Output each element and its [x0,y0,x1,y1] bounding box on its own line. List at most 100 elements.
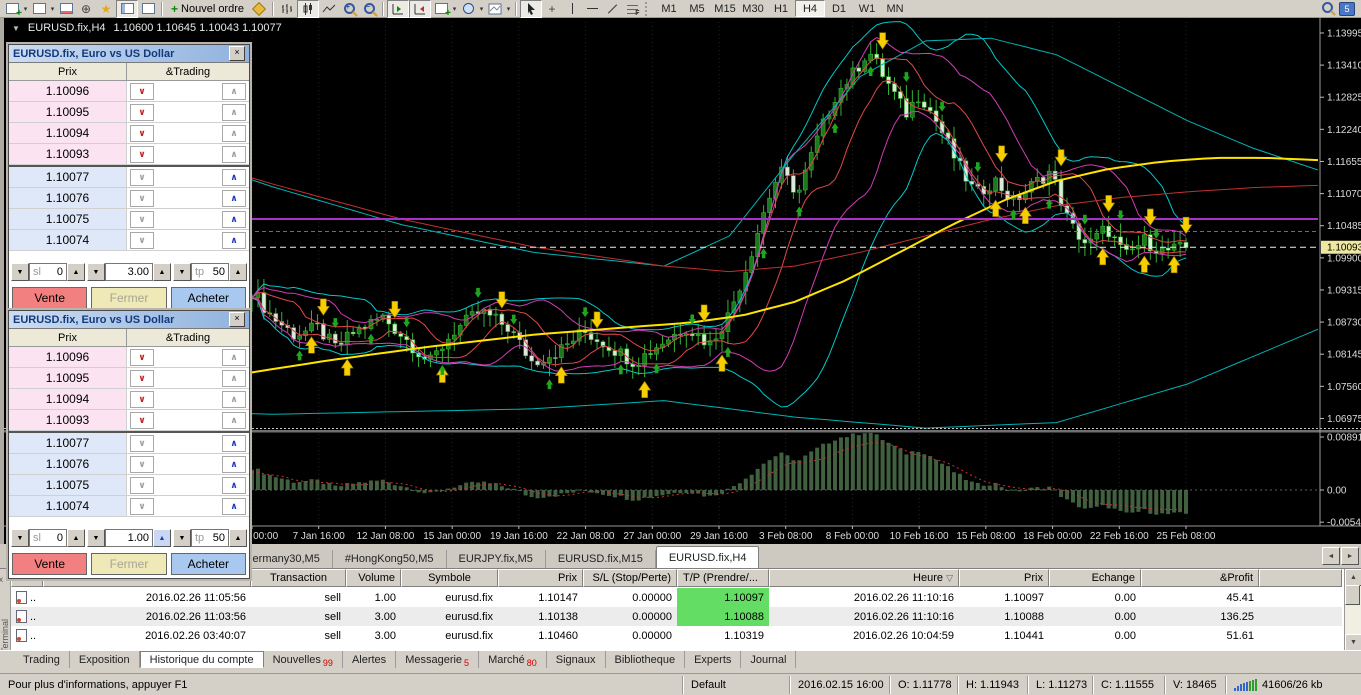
sl-decrease-button[interactable]: ▼ [11,529,29,547]
horizontal-line-tool-icon[interactable] [582,1,602,17]
tab-messagerie[interactable]: Messagerie5 [396,651,479,668]
sl-decrease-button[interactable]: ▼ [11,263,29,281]
terminal-scrollbar[interactable]: ▲ ▼ [1344,569,1361,651]
bar-chart-type-icon[interactable] [277,1,297,17]
column-header-volume[interactable]: Volume [346,569,401,587]
dialog-title-bar[interactable]: EURUSD.fix, Euro vs US Dollar × [9,45,249,63]
timeframe-w1-button[interactable]: W1 [853,1,881,16]
timeframe-m1-button[interactable]: M1 [655,1,683,16]
auto-scroll-icon[interactable] [387,0,409,18]
timeframe-m15-button[interactable]: M15 [711,1,739,16]
line-chart-type-icon[interactable] [319,1,339,17]
scroll-up-icon[interactable]: ▲ [1345,569,1361,586]
trendline-tool-icon[interactable] [602,1,622,17]
buy-chevron-icon[interactable]: ∧ [222,125,246,142]
sell-chevron-icon[interactable]: ∨ [130,104,154,121]
tab-historique[interactable]: Historique du compte [140,651,264,668]
new-chart-caret-icon[interactable]: ▾ [22,5,29,13]
sl-increase-button[interactable]: ▲ [67,529,85,547]
buy-button[interactable]: Acheter [171,287,246,309]
column-header-type[interactable]: Transaction [251,569,346,587]
fibonacci-tool-icon[interactable]: F [622,1,642,17]
search-icon[interactable] [1322,2,1333,16]
tab-alertes[interactable]: Alertes [343,651,396,668]
chart-shift-end-icon[interactable] [409,0,431,18]
tab-eurjpy-m5[interactable]: EURJPY.fix,M5 [447,550,546,568]
tab-eurusd-h4[interactable]: EURUSD.fix,H4 [656,546,760,568]
close-icon[interactable]: × [229,46,245,61]
sell-chevron-icon[interactable]: ∨ [130,232,154,249]
tab-marche[interactable]: Marché80 [479,651,547,668]
column-header-swap[interactable]: Echange [1049,569,1141,587]
tp-decrease-button[interactable]: ▼ [173,263,191,281]
tab-bibliotheque[interactable]: Bibliotheque [606,651,686,668]
sell-chevron-icon[interactable]: ∨ [130,370,154,387]
buy-chevron-icon[interactable]: ∧ [222,412,246,429]
buy-chevron-icon[interactable]: ∧ [222,104,246,121]
sl-value[interactable]: 0 [57,266,63,278]
buy-chevron-icon[interactable]: ∧ [222,349,246,366]
candlestick-chart-type-icon[interactable] [297,0,319,18]
sell-chevron-icon[interactable]: ∨ [130,391,154,408]
timeframe-d1-button[interactable]: D1 [825,1,853,16]
buy-chevron-icon[interactable]: ∧ [222,391,246,408]
buy-chevron-icon[interactable]: ∧ [222,83,246,100]
tp-increase-button[interactable]: ▲ [229,529,247,547]
terminal-close-icon[interactable]: x [0,575,3,584]
new-chart-icon[interactable]: + [2,1,22,17]
tab-journal[interactable]: Journal [741,651,796,668]
templates-icon[interactable] [485,1,505,17]
sl-value[interactable]: 0 [57,532,63,544]
sell-chevron-icon[interactable]: ∨ [130,125,154,142]
volume-decrease-button[interactable]: ▼ [87,263,105,281]
timeframe-mn-button[interactable]: MN [881,1,909,16]
history-row[interactable]: .. 2016.02.26 11:03:56 sell 3.00 eurusd.… [11,607,1342,626]
close-position-button[interactable]: Fermer [91,287,166,309]
status-profile[interactable]: Default [683,676,790,694]
buy-chevron-icon[interactable]: ∧ [222,477,246,494]
sell-chevron-icon[interactable]: ∨ [130,211,154,228]
profiles-icon[interactable] [56,1,76,17]
buy-chevron-icon[interactable]: ∧ [222,190,246,207]
tp-value[interactable]: 50 [213,266,225,278]
data-window-icon[interactable] [116,0,138,18]
column-header-price[interactable]: Prix [498,569,583,587]
tabs-scroll-right-icon[interactable]: ► [1341,547,1359,565]
tab-experts[interactable]: Experts [685,651,741,668]
notifications-badge[interactable]: 5 [1339,2,1355,16]
timeframe-m5-button[interactable]: M5 [683,1,711,16]
crosshair-tool-icon[interactable]: + [542,1,562,17]
templates-caret-icon[interactable]: ▾ [505,5,512,13]
sell-button[interactable]: Vente [12,553,87,575]
indicators-caret-icon[interactable]: ▾ [451,5,458,13]
volume-value[interactable]: 1.00 [128,532,149,544]
sell-chevron-icon[interactable]: ∨ [130,169,154,186]
buy-chevron-icon[interactable]: ∧ [222,370,246,387]
history-row[interactable]: .. 2016.02.26 03:40:07 sell 3.00 eurusd.… [11,626,1342,645]
new-order-button[interactable]: + Nouvel ordre [166,1,249,17]
tab-signaux[interactable]: Signaux [547,651,606,668]
history-row[interactable]: .. 2016.02.26 11:05:56 sell 1.00 eurusd.… [11,588,1342,607]
scrollbar-thumb[interactable] [1345,585,1360,605]
sell-chevron-icon[interactable]: ∨ [130,498,154,515]
sell-chevron-icon[interactable]: ∨ [130,349,154,366]
timeframe-h1-button[interactable]: H1 [767,1,795,16]
buy-chevron-icon[interactable]: ∧ [222,232,246,249]
scroll-down-icon[interactable]: ▼ [1345,634,1361,651]
sell-button[interactable]: Vente [12,287,87,309]
cursor-arrow-icon[interactable] [520,0,542,18]
timeframe-m30-button[interactable]: M30 [739,1,767,16]
column-header-close-time[interactable]: Heure ▽ [769,569,959,587]
buy-chevron-icon[interactable]: ∧ [222,146,246,163]
tab-nouvelles[interactable]: Nouvelles99 [264,651,343,668]
buy-chevron-icon[interactable]: ∧ [222,456,246,473]
sell-chevron-icon[interactable]: ∨ [130,477,154,494]
column-header-symbol[interactable]: Symbole [401,569,498,587]
sell-chevron-icon[interactable]: ∨ [130,435,154,452]
tp-decrease-button[interactable]: ▼ [173,529,191,547]
volume-decrease-button[interactable]: ▼ [87,529,105,547]
buy-chevron-icon[interactable]: ∧ [222,211,246,228]
timeframe-h4-button[interactable]: H4 [795,0,825,17]
tabs-scroll-left-icon[interactable]: ◄ [1322,547,1340,565]
toolbar-grip[interactable] [645,2,652,16]
